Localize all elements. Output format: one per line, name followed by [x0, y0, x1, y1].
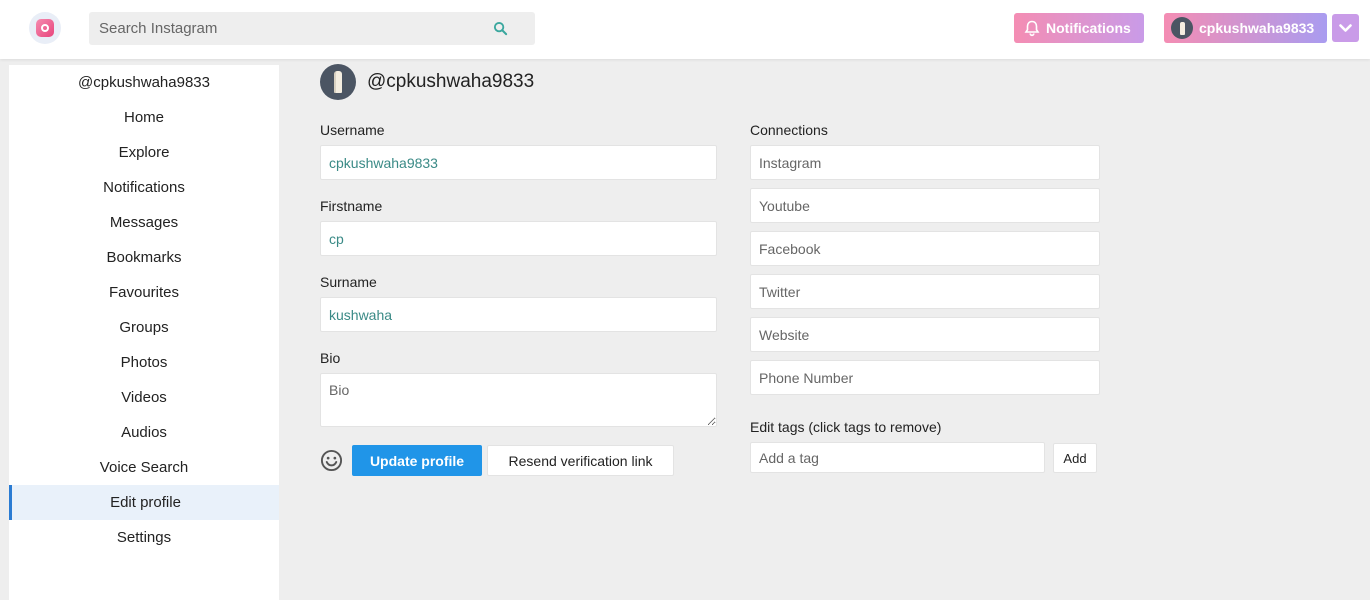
surname-field[interactable]: [320, 297, 717, 332]
firstname-label: Firstname: [320, 198, 383, 214]
sidebar-item-favourites[interactable]: Favourites: [9, 275, 279, 310]
sidebar-item-explore[interactable]: Explore: [9, 135, 279, 170]
sidebar-item-home[interactable]: Home: [9, 100, 279, 135]
search-icon[interactable]: [493, 21, 508, 36]
username-label: Username: [320, 122, 385, 138]
top-bar: Notifications cpkushwaha9833: [0, 0, 1370, 59]
sidebar-item-notifications[interactable]: Notifications: [9, 170, 279, 205]
profile-header: @cpkushwaha9833: [320, 64, 534, 100]
tag-input[interactable]: [750, 442, 1045, 473]
notifications-button[interactable]: Notifications: [1014, 13, 1144, 43]
sidebar-item-settings[interactable]: Settings: [9, 520, 279, 555]
emoji-icon[interactable]: [320, 449, 343, 472]
resend-verification-button[interactable]: Resend verification link: [487, 445, 674, 476]
youtube-field[interactable]: [750, 188, 1100, 223]
sidebar-nav: Home Explore Notifications Messages Book…: [9, 100, 279, 555]
user-dropdown-button[interactable]: [1332, 14, 1359, 42]
instagram-field[interactable]: [750, 145, 1100, 180]
sidebar-item-groups[interactable]: Groups: [9, 310, 279, 345]
bio-field[interactable]: [320, 373, 717, 427]
bell-icon: [1024, 20, 1040, 36]
bio-label: Bio: [320, 350, 341, 366]
sidebar-item-messages[interactable]: Messages: [9, 205, 279, 240]
facebook-field[interactable]: [750, 231, 1100, 266]
chevron-down-icon: [1339, 23, 1352, 32]
add-tag-button[interactable]: Add: [1053, 443, 1097, 473]
update-profile-button[interactable]: Update profile: [352, 445, 482, 476]
avatar[interactable]: [320, 64, 356, 100]
user-menu-label: cpkushwaha9833: [1199, 20, 1315, 36]
connections-label: Connections: [750, 122, 828, 138]
profile-handle: @cpkushwaha9833: [367, 71, 535, 92]
username-field[interactable]: [320, 145, 717, 180]
website-field[interactable]: [750, 317, 1100, 352]
search-input[interactable]: [89, 12, 479, 45]
avatar: [1171, 17, 1193, 39]
sidebar-item-edit-profile[interactable]: Edit profile: [9, 485, 279, 520]
twitter-field[interactable]: [750, 274, 1100, 309]
sidebar-item-voice-search[interactable]: Voice Search: [9, 450, 279, 485]
sidebar: @cpkushwaha9833 Home Explore Notificatio…: [9, 65, 279, 600]
sidebar-item-photos[interactable]: Photos: [9, 345, 279, 380]
search-bar: [89, 12, 535, 45]
sidebar-item-bookmarks[interactable]: Bookmarks: [9, 240, 279, 275]
notifications-button-label: Notifications: [1046, 20, 1131, 36]
sidebar-handle[interactable]: @cpkushwaha9833: [9, 65, 279, 100]
surname-label: Surname: [320, 274, 377, 290]
firstname-field[interactable]: [320, 221, 717, 256]
tags-label: Edit tags (click tags to remove): [750, 419, 942, 435]
sidebar-item-audios[interactable]: Audios: [9, 415, 279, 450]
phone-number-field[interactable]: [750, 360, 1100, 395]
user-menu-button[interactable]: cpkushwaha9833: [1164, 13, 1327, 43]
sidebar-item-videos[interactable]: Videos: [9, 380, 279, 415]
instagram-logo-icon[interactable]: [29, 12, 61, 44]
